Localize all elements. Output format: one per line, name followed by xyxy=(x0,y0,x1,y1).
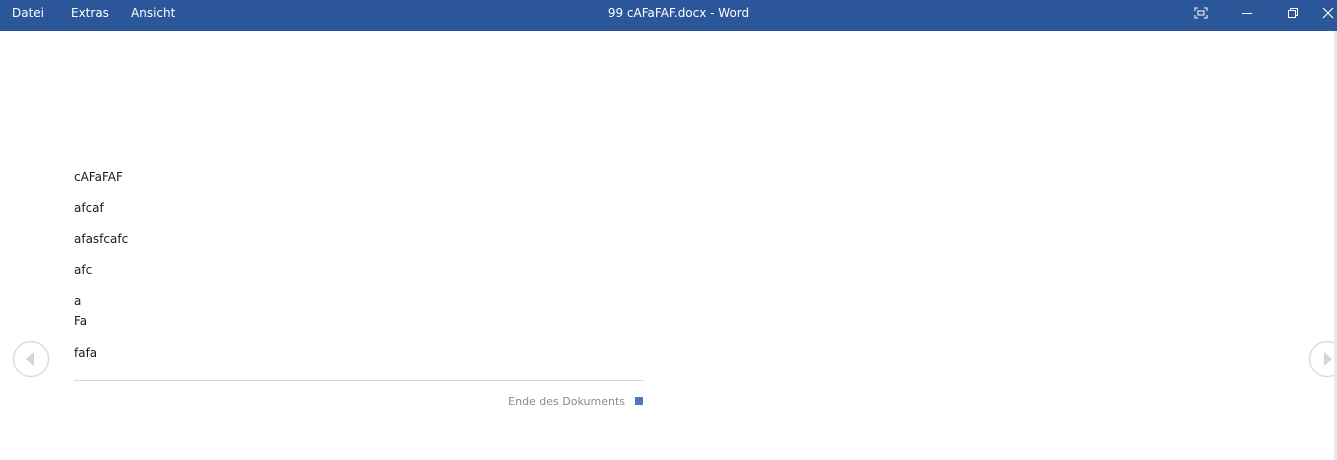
document-line: afc xyxy=(74,263,93,277)
document-line: Fa xyxy=(74,314,88,328)
focus-mode-icon xyxy=(1194,7,1208,19)
minimize-button[interactable] xyxy=(1224,0,1270,26)
end-of-document-label: Ende des Dokuments xyxy=(508,395,625,408)
next-page-icon xyxy=(1308,340,1337,378)
window-title: 99 cAFaFAF.docx - Word xyxy=(607,6,750,20)
document-line: afcaf xyxy=(74,201,104,215)
end-of-document-divider xyxy=(74,380,644,381)
document-line: fafa xyxy=(74,346,98,360)
document-line: a xyxy=(74,294,82,308)
title-bar: Datei Extras Ansicht 99 cAFaFAF.docx - W… xyxy=(0,0,1337,31)
document-line: afasfcafc xyxy=(74,232,129,246)
document-line: cAFaFAF xyxy=(74,170,123,184)
minimize-icon xyxy=(1242,13,1252,14)
close-icon xyxy=(1322,7,1334,19)
restore-button[interactable] xyxy=(1270,0,1316,26)
previous-page-icon xyxy=(12,340,50,378)
next-page-button[interactable] xyxy=(1308,340,1337,378)
end-of-document-marker xyxy=(635,397,643,405)
close-button[interactable] xyxy=(1316,0,1337,26)
focus-mode-button[interactable] xyxy=(1178,0,1224,26)
restore-icon xyxy=(1288,8,1298,18)
previous-page-button[interactable] xyxy=(12,340,50,378)
